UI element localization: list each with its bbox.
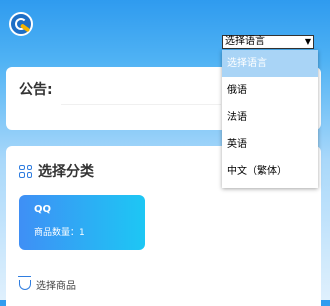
language-option-traditional-chinese[interactable]: 中文（繁体） bbox=[222, 158, 318, 185]
select-goods-row[interactable]: 选择商品 bbox=[18, 275, 76, 292]
chevron-down-icon: ▼ bbox=[304, 37, 311, 46]
language-option-select[interactable]: 选择语言 bbox=[222, 50, 318, 77]
shopping-basket-icon bbox=[18, 275, 31, 290]
category-title: 选择分类 bbox=[38, 164, 94, 180]
logo-icon[interactable] bbox=[9, 12, 33, 36]
category-card-name: QQ bbox=[34, 204, 52, 215]
language-dropdown: 选择语言 俄语 法语 英语 中文（繁体） bbox=[222, 50, 318, 188]
language-select-value: 选择语言 bbox=[225, 36, 265, 47]
grid-icon bbox=[19, 164, 32, 178]
notice-divider bbox=[61, 104, 221, 105]
category-card-qq[interactable]: QQ 商品数量：1 bbox=[19, 195, 145, 250]
select-goods-label: 选择商品 bbox=[36, 281, 76, 292]
needle-shape bbox=[19, 23, 31, 33]
language-option-french[interactable]: 法语 bbox=[222, 104, 318, 131]
language-option-english[interactable]: 英语 bbox=[222, 131, 318, 158]
notice-title: 公告: bbox=[19, 82, 53, 98]
category-header: 选择分类 bbox=[19, 161, 94, 181]
category-card-count: 商品数量：1 bbox=[34, 228, 85, 238]
language-option-russian[interactable]: 俄语 bbox=[222, 77, 318, 104]
language-select[interactable]: 选择语言 ▼ bbox=[222, 35, 314, 49]
